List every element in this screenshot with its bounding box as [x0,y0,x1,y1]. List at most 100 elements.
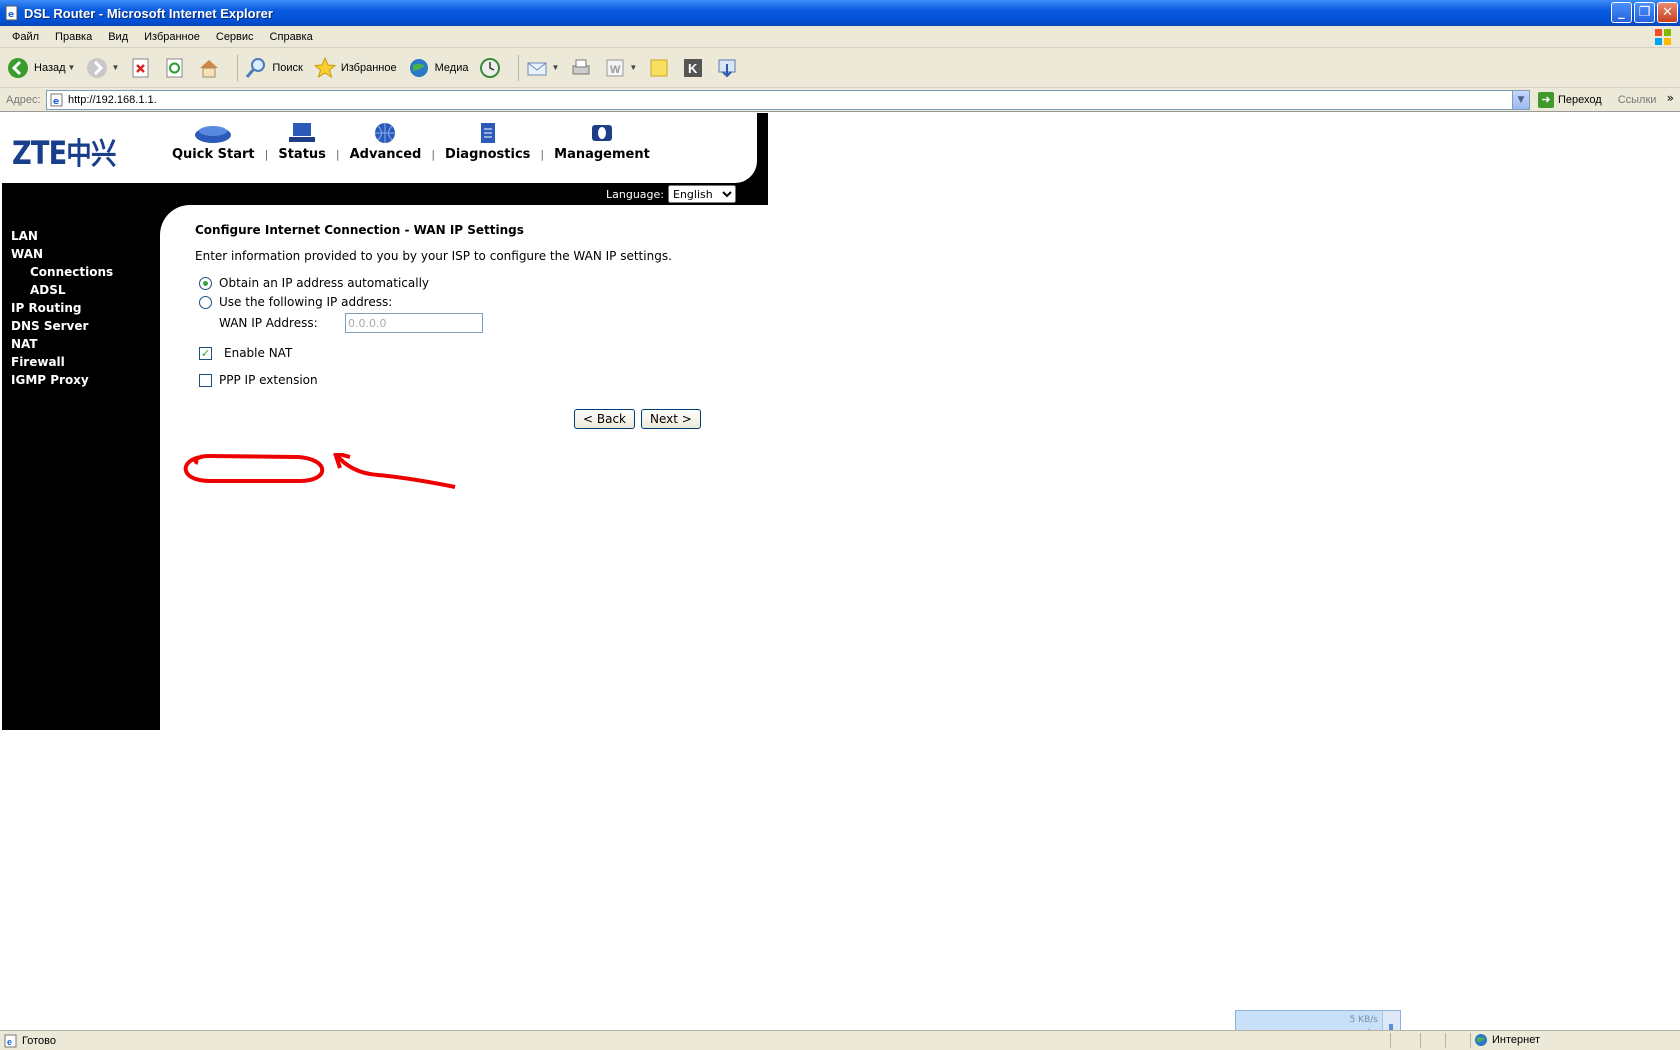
red-annotation-circle-arrow [183,453,456,489]
sidebar-item-nat[interactable]: NAT [11,337,38,351]
enable-nat-checkbox[interactable]: ✓ [199,346,212,360]
word-edit-icon: W [606,59,624,76]
sidebar-item-firewall[interactable]: Firewall [11,355,65,369]
language-label: Language: [606,187,664,201]
status-divider [1445,1033,1446,1048]
status-ready-text: Готово [22,1034,56,1047]
svg-text:e: e [7,1037,12,1047]
speed-text: 5 KB/s [1349,1015,1378,1025]
forward-dropdown-icon[interactable]: ▼ [111,63,119,72]
menu-tools[interactable]: Сервис [208,31,262,43]
go-label: Переход [1558,93,1602,106]
radio-obtain-auto[interactable] [199,276,212,290]
status-divider [1470,1033,1471,1048]
sidebar-item-wan[interactable]: WAN [11,247,43,261]
favorites-button[interactable]: Избранное [313,56,397,80]
back-button[interactable]: Назад ▼ [6,56,75,80]
router-page: ZTE中兴 Quick Start | Status | Advanced | [0,113,1680,1050]
menu-help[interactable]: Справка [262,31,321,43]
radio-use-following-label: Use the following IP address: [219,295,393,309]
next-wizard-button[interactable]: Next > [641,409,701,429]
note-button[interactable] [647,56,671,80]
refresh-button[interactable] [163,56,187,80]
back-arrow-icon [8,57,28,78]
mail-dropdown-icon[interactable]: ▼ [551,63,559,72]
print-button[interactable] [569,56,593,80]
zone-text: Интернет [1492,1034,1540,1046]
status-bar: e Готово Интернет [0,1030,1680,1050]
back-wizard-button[interactable]: < Back [574,409,636,429]
sidebar-item-dns-server[interactable]: DNS Server [11,319,88,333]
nav-diagnostics[interactable]: Diagnostics [435,121,540,162]
wan-ip-row: WAN IP Address: [219,313,775,333]
status-divider [1390,1033,1391,1048]
radio-use-following[interactable] [199,295,212,309]
forward-button[interactable]: ▼ [85,56,119,80]
k-button[interactable]: K [681,56,705,80]
enable-nat-label: Enable NAT [224,346,293,360]
edit-button[interactable]: W ▼ [603,56,637,80]
address-url: http://192.168.1.1. [68,93,157,106]
ppp-extension-checkbox[interactable] [199,373,212,387]
svg-text:e: e [53,97,59,107]
home-icon [200,59,219,77]
mail-icon [527,62,547,75]
minimize-button[interactable]: _ [1611,2,1632,23]
links-button[interactable]: Ссылки [1618,94,1657,106]
address-dropdown-icon[interactable]: ▼ [1512,90,1529,109]
nav-quick-start[interactable]: Quick Start [162,121,265,162]
sidebar-item-igmp-proxy[interactable]: IGMP Proxy [11,373,89,387]
stop-icon [132,58,149,77]
history-button[interactable] [478,56,502,80]
sidebar-item-connections[interactable]: Connections [30,265,113,279]
logo-chinese: 中兴 [66,137,116,172]
wan-ip-label: WAN IP Address: [219,316,318,330]
nav-advanced[interactable]: Advanced [340,121,432,162]
address-input[interactable]: e http://192.168.1.1. ▼ [46,89,1530,110]
restore-button[interactable]: ❐ [1634,2,1655,23]
toolbar-separator [518,54,520,81]
stop-button[interactable] [129,56,153,80]
star-icon [313,56,337,78]
sidebar: LAN WAN Connections ADSL IP Routing DNS … [2,205,160,730]
menu-file[interactable]: Файл [4,31,47,43]
toolbar-separator [237,54,239,81]
title-bar: e DSL Router - Microsoft Internet Explor… [0,0,1680,26]
go-arrow-icon: ➜ [1538,91,1554,108]
ppp-extension-row: PPP IP extension [199,373,775,387]
download-button[interactable] [715,56,739,80]
laptop-icon [289,123,316,142]
security-zone: Интернет [1474,1033,1540,1047]
nav-management[interactable]: Management [544,121,660,162]
menu-view[interactable]: Вид [100,31,136,43]
wan-ip-input[interactable] [345,313,483,333]
toolbar-chevron-icon[interactable]: » [1667,91,1674,105]
home-button[interactable] [197,56,221,80]
sidebar-item-lan[interactable]: LAN [11,229,38,243]
clipboard-icon [480,123,495,143]
svg-text:W: W [610,64,621,76]
menu-favorites[interactable]: Избранное [136,31,208,43]
language-select[interactable]: English [668,185,736,203]
close-button[interactable]: ✕ [1657,2,1678,23]
logo-text: ZTE [12,134,67,172]
nav-status[interactable]: Status [268,121,336,162]
back-dropdown-icon[interactable]: ▼ [68,63,76,72]
sidebar-item-ip-routing[interactable]: IP Routing [11,301,81,315]
go-button[interactable]: ➜ Переход [1538,91,1602,108]
svg-text:K: K [688,61,698,76]
language-selector: Language: English [606,185,736,203]
option-manual-row: Use the following IP address: [199,295,775,309]
internet-globe-icon [1475,1034,1487,1046]
wizard-buttons: < Back Next > [574,409,775,429]
search-label: Поиск [272,61,303,74]
edit-dropdown-icon[interactable]: ▼ [629,63,637,72]
search-button[interactable]: Поиск [244,56,303,80]
window-title: DSL Router - Microsoft Internet Explorer [24,5,273,21]
media-button[interactable]: Медиа [407,56,468,80]
menu-edit[interactable]: Правка [47,31,100,43]
page-status-icon: e [4,1034,17,1047]
sidebar-item-adsl[interactable]: ADSL [30,283,66,297]
mail-button[interactable]: ▼ [525,56,559,80]
zte-logo: ZTE中兴 [12,129,116,173]
